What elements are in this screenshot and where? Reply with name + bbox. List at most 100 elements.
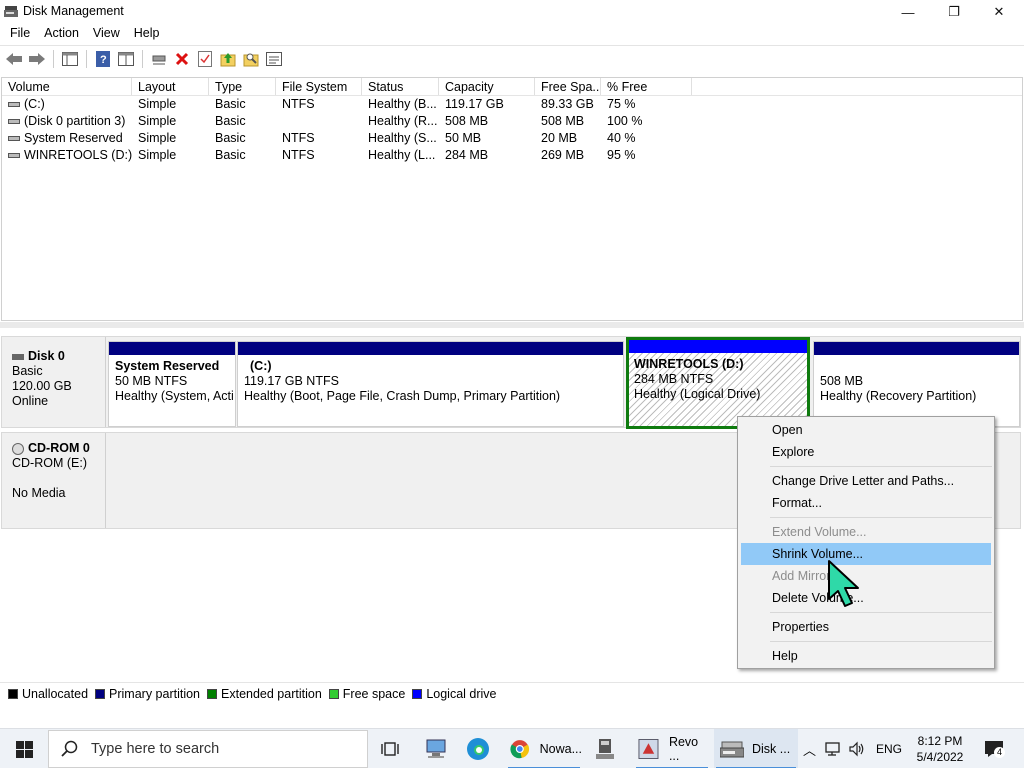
minimize-button[interactable]: —: [885, 0, 931, 24]
legend-item: Free space: [328, 687, 405, 701]
partition-c[interactable]: (C:) 119.17 GB NTFS Healthy (Boot, Page …: [237, 341, 624, 427]
toolbar-separator: [142, 49, 143, 68]
volume-percent-free: 95 %: [607, 148, 636, 162]
properties-button[interactable]: [116, 49, 136, 69]
taskbar-app-edge[interactable]: [466, 729, 496, 768]
console-tree-button[interactable]: [60, 49, 80, 69]
volume-percent-free: 75 %: [607, 97, 636, 111]
close-button[interactable]: ✕: [976, 0, 1022, 24]
taskbar-app-revo[interactable]: Revo ...: [634, 729, 710, 768]
table-row[interactable]: (Disk 0 partition 3) Simple Basic Health…: [2, 113, 1022, 130]
help-button[interactable]: ?: [93, 49, 113, 69]
volume-list: Volume Layout Type File System Status Ca…: [1, 77, 1023, 321]
view-button[interactable]: [264, 49, 284, 69]
start-button[interactable]: [0, 729, 48, 768]
volume-name: (Disk 0 partition 3): [24, 114, 126, 128]
volume-icon: [8, 119, 20, 125]
help-icon: ?: [96, 50, 110, 67]
taskbar-app-network-explorer[interactable]: [424, 729, 454, 768]
connect-button[interactable]: [149, 49, 169, 69]
disk-0-label[interactable]: Disk 0 Basic 120.00 GB Online: [2, 337, 106, 427]
partition-status: Healthy (Recovery Partition): [820, 389, 977, 403]
folder-up-button[interactable]: [218, 49, 238, 69]
notification-center-button[interactable]: 4: [982, 729, 1006, 768]
table-row[interactable]: (C:) Simple Basic NTFS Healthy (B... 119…: [2, 96, 1022, 113]
menu-item-change-drive-letter[interactable]: Change Drive Letter and Paths...: [738, 470, 994, 492]
console-tree-icon: [62, 51, 78, 66]
partition-color-bar: [814, 342, 1019, 355]
partition-recovery[interactable]: 508 MB Healthy (Recovery Partition): [813, 341, 1020, 427]
taskbar-clock[interactable]: 8:12 PM 5/4/2022: [910, 733, 970, 765]
partition-name: System Reserved: [115, 359, 220, 373]
column-header-file-system[interactable]: File System: [276, 78, 362, 95]
menu-help[interactable]: Help: [127, 24, 167, 44]
cdrom-icon: [12, 442, 24, 455]
taskbar-app-label: Disk ...: [752, 742, 791, 756]
volume-file-system: NTFS: [282, 97, 315, 111]
taskbar-search-box[interactable]: Type here to search: [48, 730, 368, 768]
search-folder-button[interactable]: [241, 49, 261, 69]
restore-button[interactable]: ❐: [931, 0, 977, 24]
volume-icon: [8, 153, 20, 159]
windows-logo-icon: [15, 740, 33, 758]
column-header-capacity[interactable]: Capacity: [439, 78, 535, 95]
taskbar-app-chrome[interactable]: Nowa...: [506, 729, 582, 768]
clock-date: 5/4/2022: [916, 750, 964, 764]
cdrom-0-drive: CD-ROM (E:): [12, 456, 87, 470]
disk-management-icon: [720, 741, 744, 758]
menu-view[interactable]: View: [86, 24, 127, 44]
column-header-percent-free[interactable]: % Free: [601, 78, 692, 95]
menu-item-shrink-volume[interactable]: Shrink Volume...: [741, 543, 991, 565]
volume-icon: [8, 136, 20, 142]
menu-item-help[interactable]: Help: [738, 645, 994, 667]
menu-item-format[interactable]: Format...: [738, 492, 994, 514]
show-hidden-icons-chevron-icon[interactable]: ︿: [803, 740, 816, 759]
volume-file-system: [276, 113, 362, 130]
taskbar-app-disk-management[interactable]: Disk ...: [714, 729, 798, 768]
svg-text:?: ?: [100, 54, 107, 66]
language-indicator[interactable]: ENG: [876, 742, 902, 756]
partition-name: (C:): [250, 359, 272, 373]
menu-item-properties[interactable]: Properties: [738, 616, 994, 638]
table-row[interactable]: WINRETOOLS (D:) Simple Basic NTFS Health…: [2, 147, 1022, 164]
partition-system-reserved[interactable]: System Reserved 50 MB NTFS Healthy (Syst…: [108, 341, 236, 427]
column-header-status[interactable]: Status: [362, 78, 439, 95]
taskbar-app-tool[interactable]: [594, 729, 624, 768]
mouse-cursor-icon: [828, 560, 859, 607]
partition-name: WINRETOOLS (D:): [634, 357, 744, 371]
network-icon[interactable]: [824, 741, 842, 757]
menu-file[interactable]: File: [0, 24, 37, 44]
column-header-layout[interactable]: Layout: [132, 78, 209, 95]
task-view-button[interactable]: [380, 729, 404, 768]
volume-list-header: Volume Layout Type File System Status Ca…: [2, 78, 1022, 96]
volume-type: Basic: [215, 114, 246, 128]
menu-bar: File Action View Help: [0, 24, 1024, 44]
column-header-volume[interactable]: Volume: [2, 78, 132, 95]
taskbar-app-label: Revo ...: [668, 735, 699, 763]
menu-item-extend-volume[interactable]: Extend Volume...: [738, 521, 994, 543]
volume-name: (C:): [24, 97, 45, 111]
toolbar-separator: [86, 49, 87, 68]
minimize-icon: —: [901, 4, 915, 20]
notification-count-badge: 4: [994, 747, 1005, 758]
toolbar-separator: [53, 49, 54, 68]
close-icon: ✕: [993, 4, 1005, 19]
back-button[interactable]: [4, 49, 24, 69]
volume-speaker-icon[interactable]: [848, 741, 866, 757]
menu-item-open[interactable]: Open: [738, 419, 994, 441]
delete-button[interactable]: [172, 49, 192, 69]
taskbar: Type here to search Nowa... Revo ... Dis…: [0, 728, 1024, 768]
menu-item-add-mirror[interactable]: Add Mirror...: [738, 565, 994, 587]
menu-item-explore[interactable]: Explore: [738, 441, 994, 463]
column-header-type[interactable]: Type: [209, 78, 276, 95]
cdrom-0-label[interactable]: CD-ROM 0 CD-ROM (E:) No Media: [2, 433, 106, 528]
checklist-button[interactable]: [195, 49, 215, 69]
forward-button[interactable]: [27, 49, 47, 69]
menu-action[interactable]: Action: [37, 24, 86, 44]
volume-name: System Reserved: [24, 131, 123, 145]
menu-item-delete-volume[interactable]: Delete Volume...: [738, 587, 994, 609]
partition-color-bar: [109, 342, 235, 355]
column-header-free-space[interactable]: Free Spa...: [535, 78, 601, 95]
computer-network-icon: [426, 739, 446, 758]
table-row[interactable]: System Reserved Simple Basic NTFS Health…: [2, 130, 1022, 147]
